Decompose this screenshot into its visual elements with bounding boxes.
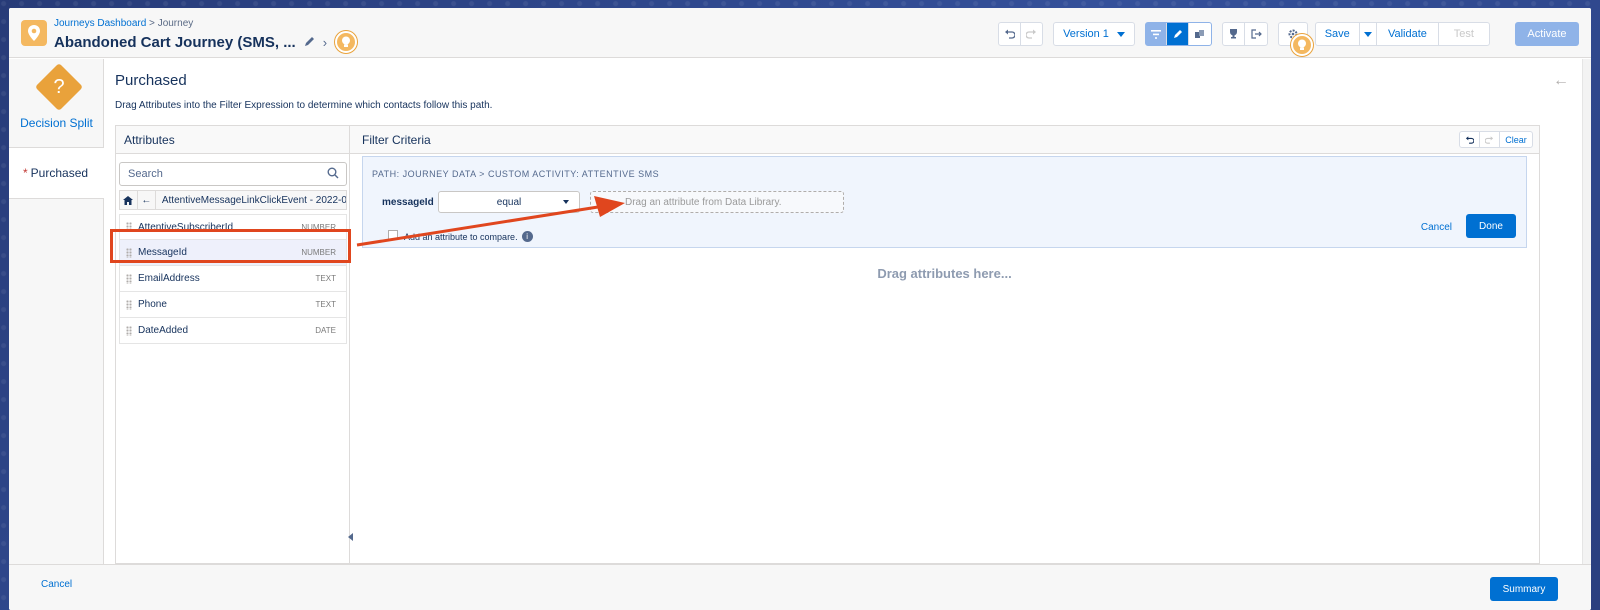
drop-placeholder: Drag an attribute from Data Library. <box>625 196 782 208</box>
validate-label: Validate <box>1387 28 1427 40</box>
filter-heading: Filter Criteria <box>350 126 1539 154</box>
journey-title: Abandoned Cart Journey (SMS, ... <box>54 33 296 51</box>
footer-cancel-button[interactable]: Cancel <box>41 579 72 590</box>
drag-handle-icon[interactable] <box>126 273 132 284</box>
required-marker: * <box>23 166 28 180</box>
chevron-down-icon <box>1116 31 1125 37</box>
attribute-name: EmailAddress <box>138 273 200 284</box>
attribute-path-label: AttentiveMessageLinkClickEvent - 2022-0 <box>161 194 347 206</box>
journey-title-row: Abandoned Cart Journey (SMS, ... › <box>54 31 358 53</box>
attribute-search-input[interactable]: Search <box>119 162 347 186</box>
attribute-path-breadcrumb: ← AttentiveMessageLinkClickEvent - 2022-… <box>119 190 347 210</box>
footer-bar: Cancel Summary <box>9 564 1591 610</box>
annotation-highlight-box <box>110 229 351 263</box>
breadcrumb-separator: > <box>146 18 158 29</box>
expression-path: PATH: JOURNEY DATA > CUSTOM ACTIVITY: AT… <box>372 169 660 179</box>
search-placeholder: Search <box>128 168 163 180</box>
save-button[interactable]: Save <box>1316 23 1360 45</box>
attribute-name: DateAdded <box>138 325 189 336</box>
trophy-icon[interactable] <box>1223 23 1246 45</box>
info-icon[interactable]: i <box>521 231 533 242</box>
version-label: Version 1 <box>1063 28 1109 40</box>
page-title: Purchased <box>115 72 187 89</box>
version-dropdown[interactable]: Version 1 <box>1053 22 1135 46</box>
exit-icon[interactable] <box>1245 23 1267 45</box>
empty-drop-hint: Drag attributes here... <box>877 266 1012 281</box>
chevron-down-icon <box>563 200 569 204</box>
breadcrumb: Journeys Dashboard > Journey <box>54 18 193 29</box>
lightbulb-icon[interactable] <box>335 31 358 53</box>
activity-label[interactable]: Decision Split <box>9 116 104 130</box>
chevron-right-icon[interactable]: › <box>323 35 327 50</box>
operator-value: equal <box>496 196 522 208</box>
filter-expression-box: PATH: JOURNEY DATA > CUSTOM ACTIVITY: AT… <box>362 156 1527 248</box>
save-label: Save <box>1324 28 1350 40</box>
page-subtitle: Drag Attributes into the Filter Expressi… <box>115 100 493 111</box>
edit-pencil-icon[interactable] <box>304 34 315 51</box>
journey-app-icon <box>21 20 47 46</box>
undo-icon[interactable] <box>1460 132 1480 147</box>
activity-sidebar: ? Decision Split * Purchased <box>9 59 104 564</box>
sidebar-item-label: Purchased <box>30 166 89 180</box>
attributes-panel: Attributes Search ← AttentiveMessageLink… <box>115 125 352 564</box>
sidebar-item-purchased[interactable]: * Purchased <box>9 147 104 199</box>
filter-lines-icon[interactable] <box>1146 23 1168 45</box>
add-compare-label: Add an attribute to compare. <box>404 231 518 242</box>
redo-icon[interactable] <box>1480 132 1500 147</box>
list-item[interactable]: DateAdded DATE <box>119 318 347 344</box>
goal-exit-group <box>1222 22 1268 46</box>
canvas-mode-group <box>1145 22 1212 46</box>
breadcrumb-dashboard-link[interactable]: Journeys Dashboard <box>54 18 146 29</box>
save-validate-test-group: Save Validate Test <box>1315 22 1490 46</box>
back-arrow-icon[interactable]: ← <box>1553 72 1569 90</box>
breadcrumb-current: Journey <box>157 18 194 29</box>
search-icon[interactable] <box>327 167 339 182</box>
attribute-type: DATE <box>315 326 336 335</box>
add-compare-checkbox[interactable] <box>388 230 398 240</box>
save-options-button[interactable] <box>1360 23 1378 45</box>
settings-stack-icon[interactable] <box>1189 23 1211 45</box>
test-button[interactable]: Test <box>1439 23 1489 45</box>
list-item[interactable]: EmailAddress TEXT <box>119 266 347 292</box>
expression-cancel-button[interactable]: Cancel <box>1421 222 1452 233</box>
drag-handle-icon[interactable] <box>126 325 132 336</box>
add-compare-row: Add an attribute to compare. i <box>404 231 533 242</box>
clear-button[interactable]: Clear <box>1500 132 1532 147</box>
undo-icon[interactable] <box>999 23 1021 45</box>
attribute-type: TEXT <box>315 300 336 309</box>
filter-toolbar: Clear <box>1459 131 1533 148</box>
compare-drop-zone[interactable]: Drag an attribute from Data Library. <box>590 191 844 213</box>
summary-label: Summary <box>1502 583 1546 595</box>
home-icon[interactable] <box>120 191 138 209</box>
activate-button[interactable]: Activate <box>1515 22 1579 46</box>
undo-redo-group <box>998 22 1043 46</box>
settings-hint-lightbulb-icon[interactable] <box>1291 34 1313 56</box>
test-label: Test <box>1453 28 1474 40</box>
pencil-edit-icon[interactable] <box>1167 23 1189 45</box>
clear-label: Clear <box>1505 134 1527 145</box>
list-item[interactable]: Phone TEXT <box>119 292 347 318</box>
attribute-name: Phone <box>138 299 167 310</box>
summary-button[interactable]: Summary <box>1490 577 1558 601</box>
question-diamond-icon: ? <box>34 62 84 112</box>
journey-builder-window: Journeys Dashboard > Journey Abandoned C… <box>9 8 1591 610</box>
validate-button[interactable]: Validate <box>1377 23 1439 45</box>
activate-label: Activate <box>1527 28 1567 40</box>
expression-field-name: messageId <box>382 197 434 208</box>
done-label: Done <box>1479 220 1503 232</box>
expression-done-button[interactable]: Done <box>1466 214 1516 238</box>
collapse-panel-icon[interactable] <box>348 533 353 541</box>
drag-handle-icon[interactable] <box>126 299 132 310</box>
redo-icon[interactable] <box>1021 23 1042 45</box>
page-scrollbar[interactable] <box>1582 59 1591 564</box>
chevron-down-icon <box>1363 31 1372 37</box>
operator-select[interactable]: equal <box>438 191 580 213</box>
header-bar: Journeys Dashboard > Journey Abandoned C… <box>9 8 1591 58</box>
attributes-heading: Attributes <box>116 126 351 154</box>
back-icon[interactable]: ← <box>138 191 156 209</box>
attribute-type: TEXT <box>315 274 336 283</box>
filter-criteria-panel: Filter Criteria Clear PATH: JOURNEY DATA… <box>348 125 1540 564</box>
